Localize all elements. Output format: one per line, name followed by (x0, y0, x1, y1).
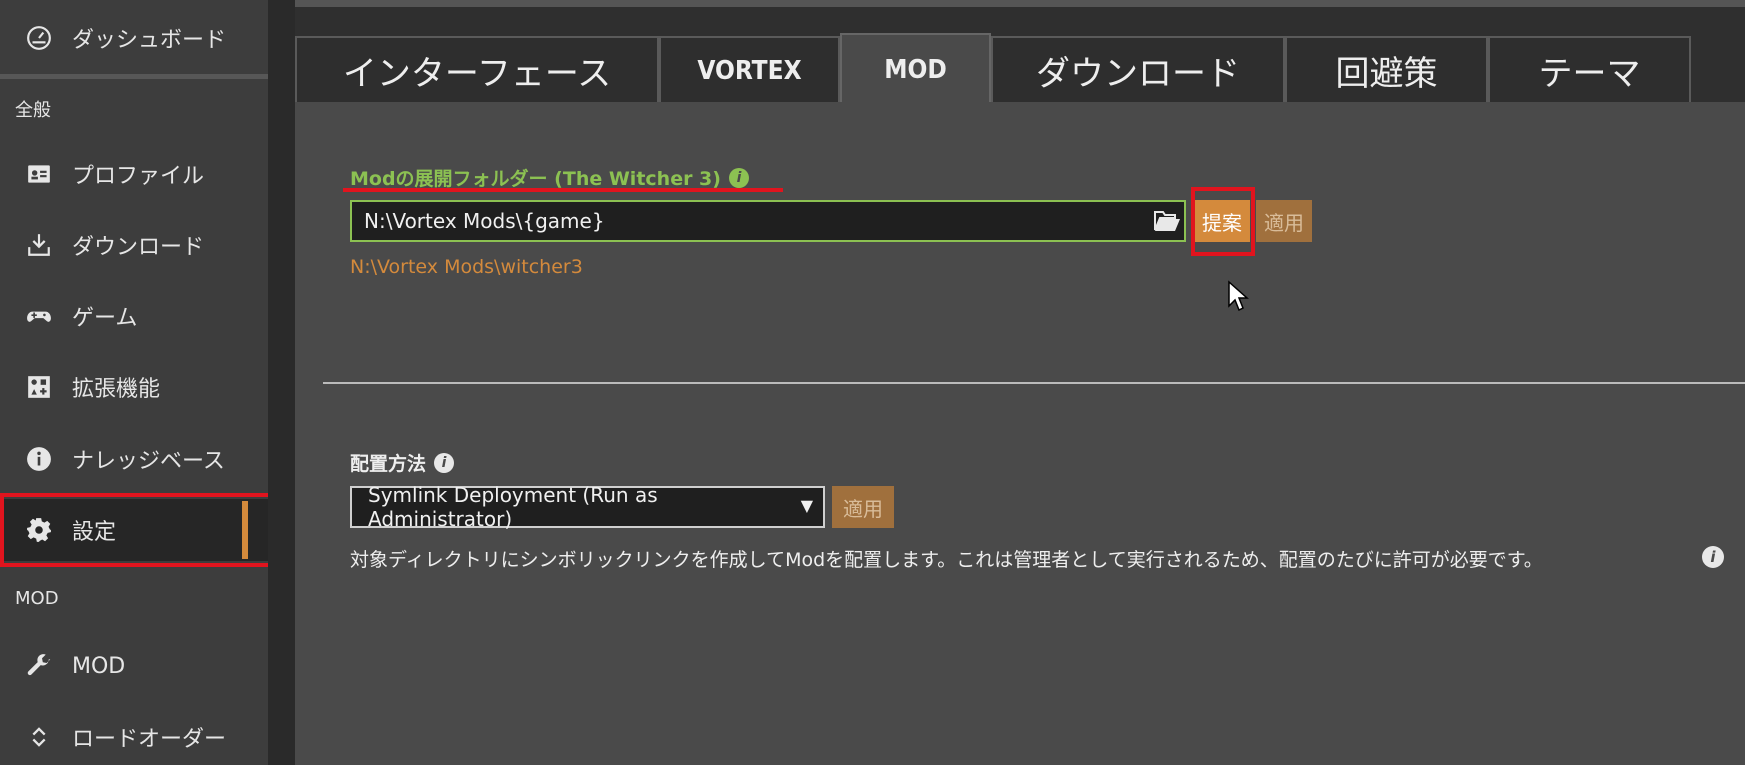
sidebar-item-label: MOD (72, 653, 126, 679)
sidebar-resize-edge[interactable] (268, 0, 295, 765)
sidebar-item-label: ゲーム (72, 306, 138, 331)
deployment-description: 対象ディレクトリにシンボリックリンクを作成してModを配置します。これは管理者と… (350, 549, 1543, 571)
sort-icon (24, 722, 54, 752)
apply-deployment-button[interactable]: 適用 (832, 486, 894, 528)
tab-theme[interactable]: テーマ (1488, 36, 1691, 103)
apply-folder-button[interactable]: 適用 (1256, 200, 1312, 242)
tab-interface[interactable]: インターフェース (295, 36, 659, 103)
section-label-general: 全般 (15, 100, 51, 121)
mouse-cursor-icon (1228, 280, 1249, 312)
sidebar-item-label: 設定 (72, 520, 117, 545)
sidebar-item-profile[interactable]: プロファイル (0, 143, 268, 205)
dropdown-arrow-icon: ▼ (800, 496, 813, 515)
highlight-underline (343, 188, 783, 192)
sidebar-item-label: ダウンロード (72, 235, 205, 260)
sidebar-item-label: プロファイル (72, 164, 205, 189)
settings-main: インターフェース VORTEX MOD ダウンロード 回避策 テーマ Modの展… (295, 0, 1745, 765)
sidebar-item-label: 拡張機能 (72, 377, 161, 402)
tab-vortex[interactable]: VORTEX (659, 36, 840, 103)
download-icon (24, 230, 54, 260)
extensions-icon (24, 372, 54, 402)
deployment-method-select[interactable]: Symlink Deployment (Run as Administrator… (350, 483, 825, 531)
sidebar-item-games[interactable]: ゲーム (0, 285, 268, 347)
gamepad-icon (24, 301, 54, 331)
sidebar-item-knowledge-base[interactable]: ナレッジベース (0, 428, 268, 490)
info-icon[interactable]: i (434, 452, 455, 473)
gear-icon (24, 515, 54, 545)
tab-mod[interactable]: MOD (840, 33, 991, 105)
sidebar-item-label: ロードオーダー (72, 727, 227, 752)
info-circle-icon (24, 444, 54, 474)
suggest-button[interactable]: 提案 (1194, 200, 1250, 242)
mod-folder-input[interactable]: N:\Vortex Mods\{game} (350, 200, 1186, 242)
top-border (295, 0, 1745, 7)
section-divider (323, 382, 1745, 384)
sidebar-item-extensions[interactable]: 拡張機能 (0, 356, 268, 418)
dashboard-gauge-icon (24, 23, 54, 53)
sidebar-item-mods[interactable]: MOD (0, 635, 268, 697)
sidebar: ダッシュボード 全般 プロファイル ダウンロード ゲーム 拡張機能 ナレッジベー… (0, 0, 287, 765)
sidebar-item-dashboard[interactable]: ダッシュボード (0, 7, 268, 69)
active-indicator (242, 501, 248, 559)
sidebar-item-load-order[interactable]: ロードオーダー (0, 706, 268, 765)
sidebar-item-label: ダッシュボード (72, 28, 227, 53)
sidebar-item-downloads[interactable]: ダウンロード (0, 214, 268, 276)
tab-workarounds[interactable]: 回避策 (1285, 36, 1488, 103)
folder-open-icon[interactable] (1153, 208, 1181, 234)
info-icon[interactable]: i (728, 167, 749, 188)
info-icon[interactable]: i (1702, 546, 1724, 568)
tab-download[interactable]: ダウンロード (991, 36, 1285, 103)
sidebar-item-label: ナレッジベース (72, 449, 225, 474)
mod-folder-label: Modの展開フォルダー (The Witcher 3) i (350, 164, 749, 191)
deployment-method-label: 配置方法 i (350, 449, 455, 476)
wrench-icon (24, 651, 54, 681)
profile-card-icon (24, 159, 54, 189)
sidebar-divider (0, 74, 268, 79)
section-label-mod: MOD (15, 588, 59, 609)
sidebar-item-settings[interactable]: 設定 (0, 499, 268, 561)
resolved-path-text: N:\Vortex Mods\witcher3 (350, 256, 583, 278)
